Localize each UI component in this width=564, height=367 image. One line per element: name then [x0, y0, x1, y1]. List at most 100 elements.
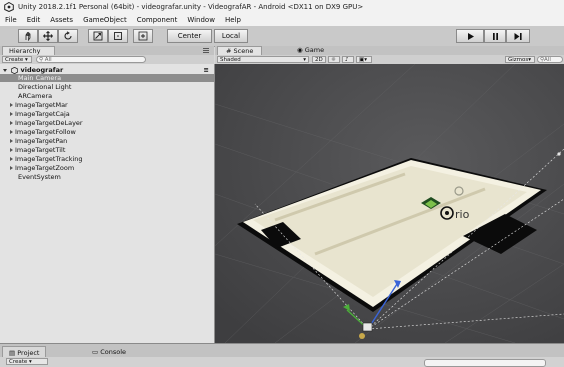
hierarchy-item[interactable]: Directional Light: [0, 83, 232, 91]
hierarchy-item-label: ImageTargetPan: [15, 137, 68, 145]
expand-arrow-icon[interactable]: [3, 68, 7, 72]
lighting-toggle[interactable]: ☼: [328, 56, 340, 63]
scene-canvas[interactable]: rio: [215, 64, 564, 343]
hierarchy-item[interactable]: ImageTargetMar: [0, 101, 224, 109]
menu-component[interactable]: Component: [132, 16, 183, 24]
effects-dropdown[interactable]: ▣▾: [356, 56, 372, 63]
hierarchy-item[interactable]: ImageTargetTilt: [0, 146, 224, 154]
rect-tool-button[interactable]: [108, 29, 128, 43]
expand-arrow-icon[interactable]: [10, 139, 13, 143]
step-button[interactable]: [506, 29, 530, 43]
expand-arrow-icon[interactable]: [10, 103, 13, 107]
hierarchy-search-placeholder: All: [44, 57, 52, 63]
hierarchy-item-label: ImageTargetMar: [15, 101, 68, 109]
menu-edit[interactable]: Edit: [22, 16, 46, 24]
hierarchy-item[interactable]: ImageTargetZoom: [0, 164, 224, 172]
console-icon: ▭: [92, 348, 99, 356]
menu-help[interactable]: Help: [220, 16, 246, 24]
play-button[interactable]: [456, 29, 484, 43]
expand-arrow-icon[interactable]: [10, 130, 13, 134]
space-toggle[interactable]: Local: [214, 29, 248, 43]
scene-viewport[interactable]: rio: [215, 64, 564, 343]
bottom-tab-strip: ▤ Project ▭ Console: [0, 343, 564, 359]
hierarchy-toolbar: Create ▾ ⚲ All: [0, 55, 214, 64]
rotate-tool-button[interactable]: [58, 29, 78, 43]
scene-tab-icon: #: [226, 47, 232, 55]
space-label: Local: [221, 32, 241, 40]
move-tool-icon: [43, 31, 53, 41]
scene-menu-icon[interactable]: ≡: [204, 66, 209, 74]
camera-gizmo-icon: [362, 322, 373, 332]
unity-logo-icon: [4, 2, 14, 12]
hierarchy-create-label: Create: [5, 57, 24, 63]
expand-arrow-icon[interactable]: [10, 112, 13, 116]
expand-arrow-icon[interactable]: [10, 157, 13, 161]
hierarchy-item[interactable]: ImageTargetPan: [0, 137, 224, 145]
transform-tool-button[interactable]: [133, 29, 153, 43]
move-tool-button[interactable]: [38, 29, 58, 43]
pause-icon: [492, 32, 498, 40]
hierarchy-item[interactable]: ImageTargetFollow: [0, 128, 224, 136]
scene-search-input[interactable]: ⚲All: [537, 56, 563, 63]
hierarchy-item-label: ARCamera: [18, 92, 53, 100]
image-icon: ▣: [359, 57, 365, 63]
hierarchy-item[interactable]: ARCamera: [0, 92, 232, 100]
menu-gameobject[interactable]: GameObject: [78, 16, 132, 24]
menu-assets[interactable]: Assets: [45, 16, 78, 24]
gizmos-dropdown[interactable]: Gizmos▾: [505, 56, 535, 63]
scene-search-placeholder: All: [544, 57, 551, 63]
hierarchy-item[interactable]: ImageTargetCaja: [0, 110, 224, 118]
window-title: Unity 2018.2.1f1 Personal (64bit) - vide…: [18, 3, 364, 11]
light-gizmo-icon: [359, 333, 365, 339]
hierarchy-item-label: ImageTargetFollow: [15, 128, 76, 136]
hierarchy-item[interactable]: ImageTargetTracking: [0, 155, 224, 163]
scene-tab-label: Scene: [233, 47, 254, 55]
project-create-button[interactable]: Create ▾: [6, 358, 48, 365]
expand-arrow-icon[interactable]: [10, 166, 13, 170]
project-tab-label: Project: [17, 349, 40, 357]
scale-tool-icon: [93, 31, 103, 41]
hierarchy-item-label: ImageTargetDeLayer: [15, 119, 83, 127]
panel-menu-icon[interactable]: [202, 47, 210, 54]
hand-tool-button[interactable]: [18, 29, 38, 43]
unity-scene-icon: [11, 66, 19, 74]
hierarchy-item-label: EventSystem: [18, 173, 61, 181]
hierarchy-item[interactable]: Main Camera: [0, 74, 232, 82]
hand-tool-icon: [25, 31, 31, 41]
hierarchy-item[interactable]: EventSystem: [0, 173, 232, 181]
hierarchy-search-input[interactable]: ⚲ All: [36, 56, 146, 63]
shading-mode-value: Shaded: [220, 57, 241, 63]
main-toolbar: Center Local: [0, 26, 564, 47]
title-bar: Unity 2018.2.1f1 Personal (64bit) - vide…: [0, 0, 564, 15]
2d-toggle[interactable]: 2D: [312, 56, 326, 63]
menu-window[interactable]: Window: [182, 16, 220, 24]
gizmos-label: Gizmos: [508, 57, 529, 63]
pivot-toggle[interactable]: Center: [167, 29, 212, 43]
expand-arrow-icon[interactable]: [10, 148, 13, 152]
tab-scene[interactable]: # Scene: [217, 46, 263, 55]
rotate-tool-icon: [64, 31, 72, 40]
hierarchy-item-label: ImageTargetTracking: [15, 155, 83, 163]
project-create-label: Create: [9, 359, 28, 365]
game-tab-icon: ◉: [297, 46, 303, 54]
rect-tool-icon: [114, 32, 122, 40]
hierarchy-item-label: Main Camera: [18, 74, 62, 82]
expand-arrow-icon[interactable]: [10, 121, 13, 125]
pause-button[interactable]: [484, 29, 506, 43]
hierarchy-item[interactable]: ImageTargetDeLayer: [0, 119, 224, 127]
search-icon: ⚲: [39, 57, 44, 63]
scale-tool-button[interactable]: [88, 29, 108, 43]
tab-game[interactable]: ◉ Game: [289, 46, 332, 55]
menu-file[interactable]: File: [0, 16, 22, 24]
console-tab-label: Console: [100, 348, 127, 356]
folder-icon: ▤: [9, 349, 16, 357]
scene-root-item[interactable]: videografar ≡: [0, 66, 217, 74]
audio-toggle[interactable]: ♪: [342, 56, 354, 63]
target-logo-text: rio: [455, 208, 470, 221]
shading-mode-dropdown[interactable]: Shaded ▾: [217, 56, 309, 63]
hierarchy-create-button[interactable]: Create ▾: [2, 56, 32, 63]
game-tab-label: Game: [304, 46, 325, 54]
project-search-input[interactable]: [424, 359, 546, 367]
pivot-label: Center: [177, 32, 202, 40]
hierarchy-tab-label: Hierarchy: [9, 47, 41, 55]
